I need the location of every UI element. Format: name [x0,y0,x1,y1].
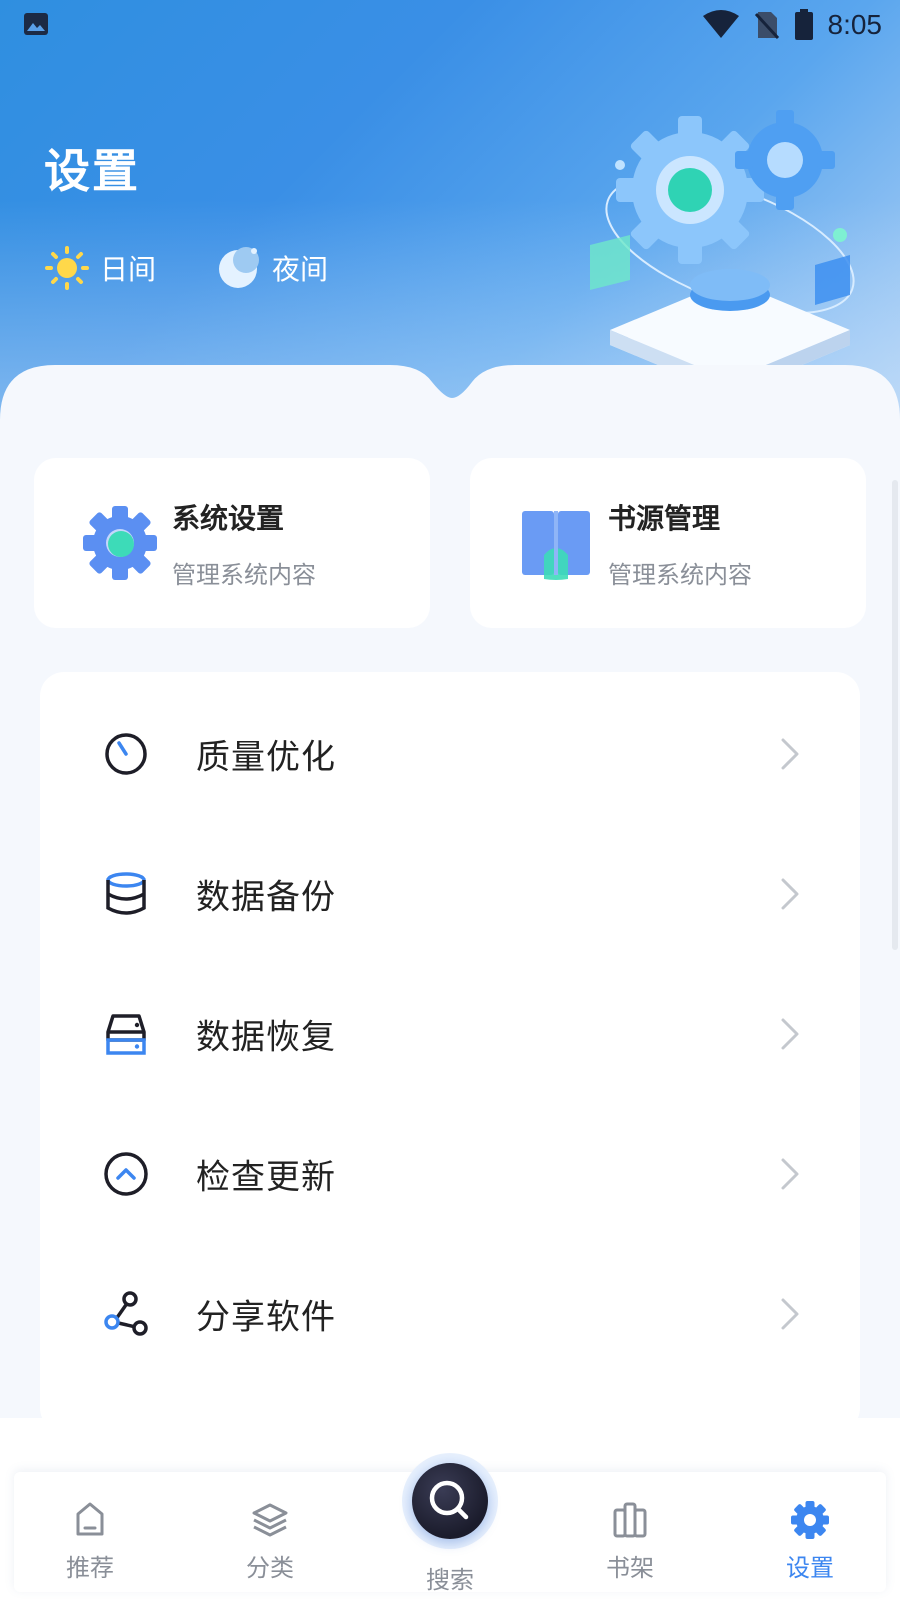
quick-actions: 系统设置 管理系统内容 书源管理 管理系统内容 [34,458,866,628]
night-mode-option[interactable]: 夜间 [216,245,328,291]
chevron-right-icon [781,878,799,909]
chevron-up-circle-icon [104,1151,148,1196]
chevron-right-icon [781,1298,799,1329]
menu-label: 检查更新 [196,1157,336,1197]
menu-label: 数据备份 [196,877,336,917]
day-mode-label: 日间 [100,253,157,286]
menu-item-data-restore[interactable]: 数据恢复 [40,962,860,1105]
menu-item-share-app[interactable]: 分享软件 [40,1242,860,1385]
status-time: 8:05 [827,9,883,40]
battery-icon [794,9,813,40]
menu-label: 质量优化 [196,737,336,777]
menu-label: 分享软件 [196,1297,336,1337]
nav-label: 书架 [606,1554,654,1582]
nav-label: 推荐 [66,1554,114,1582]
moon-icon [219,247,260,288]
timer-icon [105,732,147,775]
book-source-title: 书源管理 [608,501,721,535]
content-sheet-top [0,365,900,460]
bookshelf-icon [613,1502,647,1538]
scrollbar-thumb[interactable] [892,480,898,950]
nav-tab-bookshelf[interactable]: 书架 [575,1500,685,1583]
system-settings-title: 系统设置 [172,501,285,535]
settings-gears-illustration [590,110,855,385]
gear-icon [83,506,157,580]
home-icon [76,1502,104,1536]
night-mode-label: 夜间 [272,253,329,286]
theme-mode-switch: 日间 夜间 [44,245,328,291]
settings-icon [791,1501,829,1539]
book-source-subtitle: 管理系统内容 [608,560,752,589]
menu-item-data-backup[interactable]: 数据备份 [40,822,860,965]
system-settings-card[interactable]: 系统设置 管理系统内容 [34,458,430,628]
chevron-right-icon [781,738,799,769]
day-mode-option[interactable]: 日间 [44,245,156,291]
menu-item-quality-optimize[interactable]: 质量优化 [40,682,860,825]
settings-menu: 质量优化 数据备份 数据恢复 检查更新 分享软件 [40,672,860,1432]
nav-label: 分类 [246,1554,294,1582]
chevron-right-icon [781,1018,799,1049]
status-bar: 8:05 [0,0,900,50]
menu-label: 数据恢复 [196,1017,336,1057]
nav-label: 设置 [786,1554,834,1582]
system-settings-subtitle: 管理系统内容 [172,560,316,589]
layers-icon [252,1503,288,1537]
sun-icon [45,246,89,290]
book-icon [522,511,590,580]
wifi-icon [702,10,739,38]
search-icon [429,1480,469,1520]
server-icon [106,1013,146,1055]
menu-item-check-update[interactable]: 检查更新 [40,1102,860,1245]
nav-tab-category[interactable]: 分类 [215,1500,325,1583]
no-sim-icon [754,12,779,40]
chevron-right-icon [781,1158,799,1189]
share-icon [104,1290,148,1336]
nav-tab-recommend[interactable]: 推荐 [35,1500,145,1583]
search-button[interactable] [412,1463,488,1539]
nav-label-search: 搜索 [426,1566,474,1594]
gallery-notification-icon [24,13,48,35]
book-source-card[interactable]: 书源管理 管理系统内容 [470,458,866,628]
nav-tab-settings[interactable]: 设置 [755,1500,865,1583]
page-title: 设置 [44,144,140,198]
database-icon [106,871,146,915]
